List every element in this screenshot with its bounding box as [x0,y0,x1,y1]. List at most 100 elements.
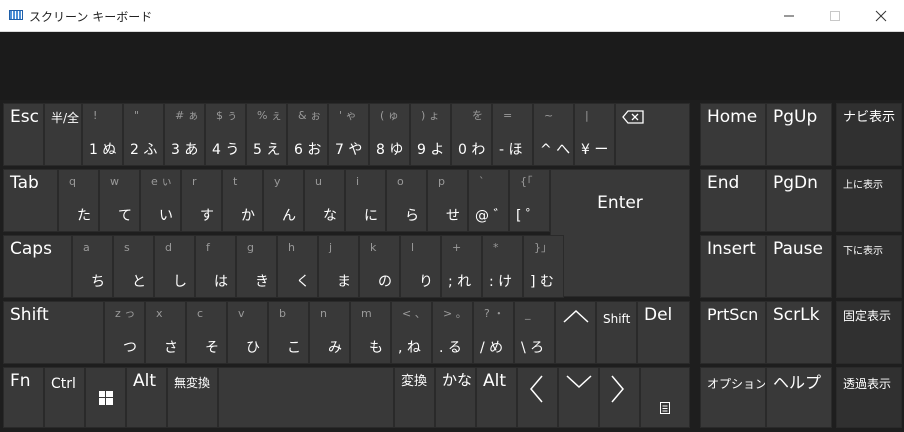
key-right-alt[interactable]: Alt [476,367,517,428]
key-comma[interactable]: < 、, ね [391,301,432,364]
key-6[interactable]: & ぉ6 お [287,103,328,166]
key-3[interactable]: # ぁ3 あ [164,103,205,166]
key-b[interactable]: bこ [268,301,309,364]
key-0[interactable]: を0 わ [451,103,492,166]
backspace-icon [622,110,644,124]
key-j[interactable]: jま [318,235,359,298]
key-w[interactable]: wて [99,169,140,232]
key-period[interactable]: > 。. る [432,301,473,364]
key-left[interactable] [517,367,558,428]
key-a[interactable]: aち [72,235,113,298]
key-o[interactable]: oら [386,169,427,232]
key-q[interactable]: qた [58,169,99,232]
key-s[interactable]: sと [113,235,154,298]
key-z[interactable]: z っつ [104,301,145,364]
key-d[interactable]: dし [154,235,195,298]
key-transparent-display[interactable]: 透過表示 [836,367,902,428]
maximize-icon [830,11,840,21]
key-n[interactable]: nみ [309,301,350,364]
key-alt[interactable]: Alt [126,367,167,428]
key-home[interactable]: Home [700,103,766,166]
key-ctrl[interactable]: Ctrl [44,367,85,428]
title-bar: スクリーン キーボード [0,0,904,32]
key-insert[interactable]: Insert [700,235,766,298]
key-5[interactable]: % ぇ5 え [246,103,287,166]
key-up-display[interactable]: 上に表示 [836,169,902,232]
key-caps[interactable]: Caps [3,235,72,298]
key-yen[interactable]: | ¥ ー [574,103,615,166]
key-fixed-display[interactable]: 固定表示 [836,301,902,364]
close-button[interactable] [858,0,904,32]
key-8[interactable]: ( ゅ8 ゆ [369,103,410,166]
key-r[interactable]: rす [181,169,222,232]
key-f[interactable]: fは [195,235,236,298]
key-semicolon[interactable]: +; れ [441,235,482,298]
key-e[interactable]: e ぃい [140,169,181,232]
key-hankaku[interactable]: 半/全 [44,103,82,166]
key-down[interactable] [558,367,599,428]
key-p[interactable]: pせ [427,169,468,232]
key-c[interactable]: cそ [186,301,227,364]
key-v[interactable]: vひ [227,301,268,364]
key-esc[interactable]: Esc [3,103,44,166]
key-y[interactable]: yん [263,169,304,232]
key-right-bracket[interactable]: }」] む [523,235,564,298]
window-title: スクリーン キーボード [29,10,153,24]
key-prtscn[interactable]: PrtScn [700,301,766,364]
key-pgup[interactable]: PgUp [766,103,832,166]
key-caret[interactable]: ~ ^ へ [533,103,574,166]
key-1[interactable]: ! 1 ぬ [82,103,123,166]
key-options[interactable]: オプション [700,367,766,428]
key-henkan[interactable]: 変換 [394,367,435,428]
context-menu-icon [660,401,670,414]
key-left-bracket[interactable]: {「[ ゜ [509,169,550,232]
key-7[interactable]: ' ゃ7 や [328,103,369,166]
key-muhenkan[interactable]: 無変換 [167,367,218,428]
key-i[interactable]: iに [345,169,386,232]
minimize-icon [784,15,794,17]
key-slash[interactable]: ? ・ / め [473,301,514,364]
key-t[interactable]: tか [222,169,263,232]
key-navi-display[interactable]: ナビ表示 [836,103,902,166]
key-k[interactable]: kの [359,235,400,298]
key-9[interactable]: ) ょ9 よ [410,103,451,166]
key-right-shift[interactable]: Shift [596,301,637,364]
key-m[interactable]: mも [350,301,391,364]
arrow-right-icon [611,375,624,403]
key-del[interactable]: Del [637,301,690,364]
key-at[interactable]: ` @ ゛ [468,169,509,232]
key-u[interactable]: uな [304,169,345,232]
key-l[interactable]: lり [400,235,441,298]
key-h[interactable]: hく [277,235,318,298]
key-scrlk[interactable]: ScrLk [766,301,832,364]
key-menu[interactable] [640,367,690,428]
key-backspace[interactable] [615,103,690,166]
key-minus[interactable]: = - ほ [492,103,533,166]
close-icon [875,10,887,22]
key-2[interactable]: " 2 ふ [123,103,164,166]
key-4[interactable]: $ ぅ4 う [205,103,246,166]
key-up[interactable] [555,301,596,364]
arrow-up-icon [563,309,589,323]
key-left-shift[interactable]: Shift [3,301,104,364]
key-fn[interactable]: Fn [3,367,44,428]
key-colon[interactable]: *: け [482,235,523,298]
key-enter[interactable]: Enter [550,169,690,297]
key-ro[interactable]: _ \ ろ [514,301,555,364]
key-pgdn[interactable]: PgDn [766,169,832,232]
maximize-button [812,0,858,32]
key-tab[interactable]: Tab [3,169,58,232]
key-end[interactable]: End [700,169,766,232]
key-x[interactable]: xさ [145,301,186,364]
key-g[interactable]: gき [236,235,277,298]
arrow-down-icon [566,375,592,389]
key-kana[interactable]: かな [435,367,476,428]
key-help[interactable]: ヘルプ [766,367,832,428]
key-down-display[interactable]: 下に表示 [836,235,902,298]
minimize-button[interactable] [766,0,812,32]
key-right[interactable] [599,367,640,428]
key-windows[interactable] [85,367,126,428]
keyboard-display-area [0,32,904,100]
key-pause[interactable]: Pause [766,235,832,298]
key-space[interactable] [218,367,394,428]
